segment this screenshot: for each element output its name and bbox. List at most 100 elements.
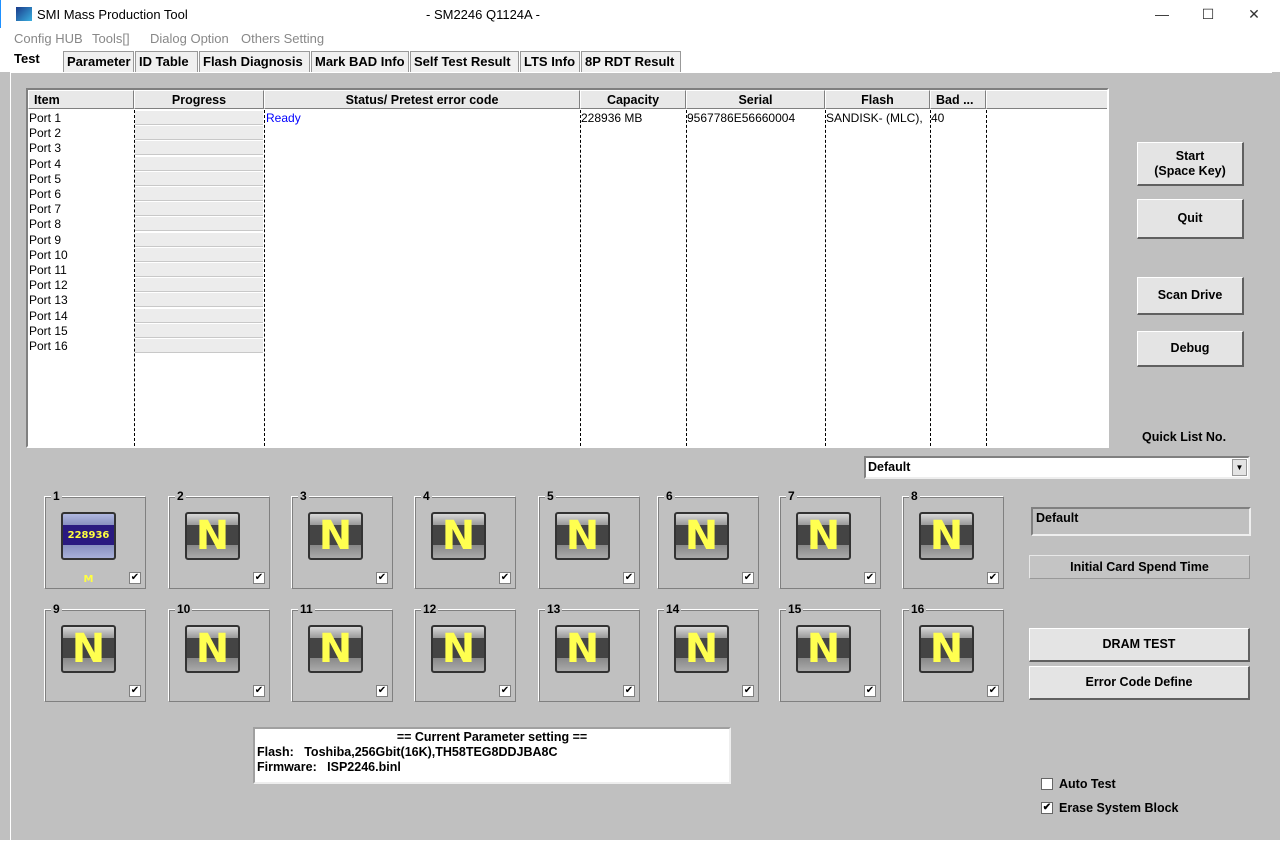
debug-button[interactable]: Debug <box>1137 331 1244 367</box>
port-enable-checkbox[interactable]: ✔ <box>376 685 388 697</box>
cell-item[interactable]: Port 13 <box>29 293 68 308</box>
cell-item[interactable]: Port 3 <box>29 141 61 156</box>
port-slot-6[interactable]: 6 N ✔ <box>657 489 759 589</box>
column-separator <box>264 110 265 446</box>
port-enable-checkbox[interactable]: ✔ <box>623 572 635 584</box>
port-enable-checkbox[interactable]: ✔ <box>129 685 141 697</box>
cell-item[interactable]: Port 8 <box>29 217 61 232</box>
minimize-button[interactable]: — <box>1139 0 1185 28</box>
cell-item[interactable]: Port 4 <box>29 157 61 172</box>
no-device-icon: N <box>555 625 610 673</box>
tab-self-test-result[interactable]: Self Test Result <box>410 51 519 72</box>
current-parameter-box: == Current Parameter setting == Flash: T… <box>253 727 731 784</box>
tab-mark-bad-info[interactable]: Mark BAD Info <box>311 51 409 72</box>
column-separator <box>580 110 581 446</box>
menu-tools[interactable]: Tools[] <box>92 31 130 46</box>
port-slot-16[interactable]: 16 N ✔ <box>902 602 1004 702</box>
checkbox-box[interactable] <box>1041 778 1053 790</box>
column-header-serial[interactable]: Serial <box>686 90 825 109</box>
tab-parameter[interactable]: Parameter <box>63 51 134 72</box>
port-enable-checkbox[interactable]: ✔ <box>987 685 999 697</box>
port-enable-checkbox[interactable]: ✔ <box>253 685 265 697</box>
auto-test-checkbox[interactable]: Auto Test <box>1041 777 1116 791</box>
initial-card-spend-time-button[interactable]: Initial Card Spend Time <box>1029 555 1250 579</box>
port-number: 9 <box>51 602 62 616</box>
column-header-capacity[interactable]: Capacity <box>580 90 686 109</box>
cell-item[interactable]: Port 16 <box>29 339 68 354</box>
port-enable-checkbox[interactable]: ✔ <box>129 572 141 584</box>
column-header-blank[interactable] <box>986 90 1107 109</box>
cell-item[interactable]: Port 15 <box>29 324 68 339</box>
column-header-progress[interactable]: Progress <box>134 90 264 109</box>
cell-item[interactable]: Port 10 <box>29 248 68 263</box>
checkbox-box[interactable]: ✔ <box>1041 802 1053 814</box>
chevron-down-icon[interactable]: ▼ <box>1232 459 1247 476</box>
column-header-item[interactable]: Item <box>28 90 134 109</box>
cell-item[interactable]: Port 12 <box>29 278 68 293</box>
tab-8p-rdt-result[interactable]: 8P RDT Result <box>581 51 681 72</box>
cell-item[interactable]: Port 14 <box>29 309 68 324</box>
progress-bar <box>135 308 263 323</box>
port-enable-checkbox[interactable]: ✔ <box>864 685 876 697</box>
menu-dialog-option[interactable]: Dialog Option <box>150 31 229 46</box>
tab-flash-diagnosis[interactable]: Flash Diagnosis <box>199 51 310 72</box>
port-enable-checkbox[interactable]: ✔ <box>864 572 876 584</box>
port-slot-11[interactable]: 11 N ✔ <box>291 602 393 702</box>
quick-list-dropdown[interactable]: Default ▼ <box>864 456 1250 479</box>
port-slot-3[interactable]: 3 N ✔ <box>291 489 393 589</box>
maximize-button[interactable]: ☐ <box>1185 0 1231 28</box>
erase-system-block-checkbox[interactable]: ✔ Erase System Block <box>1041 801 1179 815</box>
port-slot-7[interactable]: 7 N ✔ <box>779 489 881 589</box>
menu-others-setting[interactable]: Others Setting <box>241 31 324 46</box>
cell-item[interactable]: Port 7 <box>29 202 61 217</box>
no-device-icon: N <box>308 512 363 560</box>
no-device-icon: N <box>555 512 610 560</box>
cell-item[interactable]: Port 5 <box>29 172 61 187</box>
port-enable-checkbox[interactable]: ✔ <box>987 572 999 584</box>
port-enable-checkbox[interactable]: ✔ <box>742 572 754 584</box>
port-slot-5[interactable]: 5 N ✔ <box>538 489 640 589</box>
port-enable-checkbox[interactable]: ✔ <box>623 685 635 697</box>
title-bar: SMI Mass Production Tool - SM2246 Q1124A… <box>0 0 1280 28</box>
default-box: Default <box>1031 507 1251 536</box>
port-slot-1[interactable]: 1 228936 M ✔ <box>44 489 146 589</box>
progress-bar <box>135 323 263 338</box>
port-slot-9[interactable]: 9 N ✔ <box>44 602 146 702</box>
tab-lts-info[interactable]: LTS Info <box>520 51 580 72</box>
port-number: 2 <box>175 489 186 503</box>
start-button[interactable]: Start (Space Key) <box>1137 142 1244 186</box>
cell-item[interactable]: Port 1 <box>29 111 61 126</box>
port-slot-10[interactable]: 10 N ✔ <box>168 602 270 702</box>
auto-test-label: Auto Test <box>1059 777 1116 791</box>
error-code-define-button[interactable]: Error Code Define <box>1029 666 1250 700</box>
port-slot-2[interactable]: 2 N ✔ <box>168 489 270 589</box>
quit-button[interactable]: Quit <box>1137 199 1244 239</box>
column-separator <box>986 110 987 446</box>
port-enable-checkbox[interactable]: ✔ <box>253 572 265 584</box>
port-slot-8[interactable]: 8 N ✔ <box>902 489 1004 589</box>
column-header-flash[interactable]: Flash <box>825 90 930 109</box>
port-enable-checkbox[interactable]: ✔ <box>742 685 754 697</box>
close-button[interactable]: ✕ <box>1231 0 1277 28</box>
port-slot-13[interactable]: 13 N ✔ <box>538 602 640 702</box>
port-slot-15[interactable]: 15 N ✔ <box>779 602 881 702</box>
port-enable-checkbox[interactable]: ✔ <box>376 572 388 584</box>
dram-test-button[interactable]: DRAM TEST <box>1029 628 1250 662</box>
cell-item[interactable]: Port 2 <box>29 126 61 141</box>
scan-drive-button[interactable]: Scan Drive <box>1137 277 1244 315</box>
port-enable-checkbox[interactable]: ✔ <box>499 685 511 697</box>
port-slot-12[interactable]: 12 N ✔ <box>414 602 516 702</box>
port-slot-14[interactable]: 14 N ✔ <box>657 602 759 702</box>
cell-item[interactable]: Port 9 <box>29 233 61 248</box>
column-header-bad[interactable]: Bad ... <box>930 90 986 109</box>
menu-config-hub[interactable]: Config HUB <box>14 31 83 46</box>
progress-bar <box>135 111 263 125</box>
tab-test[interactable]: Test <box>10 48 62 72</box>
tab-id-table[interactable]: ID Table <box>135 51 198 72</box>
cell-item[interactable]: Port 6 <box>29 187 61 202</box>
column-header-status[interactable]: Status/ Pretest error code <box>264 90 580 109</box>
port-enable-checkbox[interactable]: ✔ <box>499 572 511 584</box>
cell-item[interactable]: Port 11 <box>29 263 67 278</box>
port-slot-4[interactable]: 4 N ✔ <box>414 489 516 589</box>
drive-capacity-icon: 228936 M <box>61 512 116 585</box>
